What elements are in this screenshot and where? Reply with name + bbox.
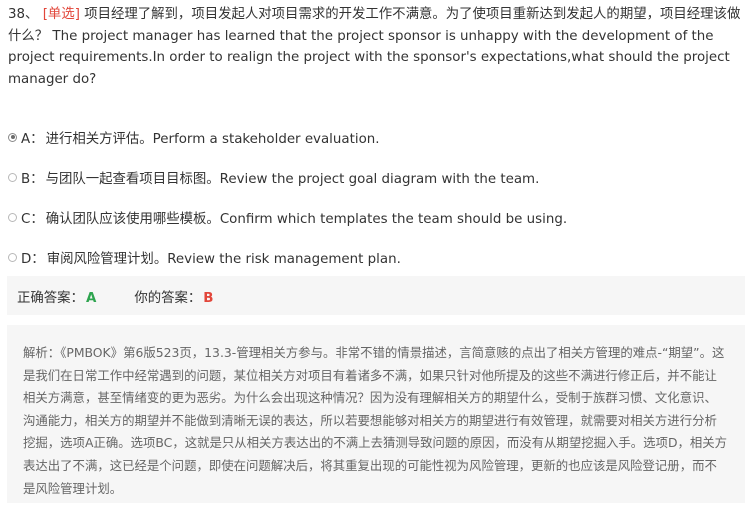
radio-selected-icon[interactable] <box>8 132 17 142</box>
question-number: 38、 <box>8 7 39 22</box>
option-letter: C： <box>21 212 44 227</box>
question-text-block: 38、 [单选] 项目经理了解到，项目发起人对项目需求的开发工作不满意。为了使项… <box>8 4 746 90</box>
your-answer-value: B <box>203 290 214 306</box>
radio-unselected-icon[interactable] <box>8 252 17 262</box>
option-letter: B： <box>21 172 44 187</box>
radio-unselected-icon[interactable] <box>8 172 17 182</box>
analysis-text: 解析：《PMBOK》第6版523页，13.3-管理相关方参与。非常不错的情景描述… <box>23 345 728 496</box>
option-text: 进行相关方评估。Perform a stakeholder evaluation… <box>45 132 380 147</box>
your-answer: 你的答案： B <box>134 286 213 306</box>
question-stem: 项目经理了解到，项目发起人对项目需求的开发工作不满意。为了使项目重新达到发起人的… <box>8 7 741 87</box>
option-letter: A： <box>21 132 44 147</box>
option-d[interactable]: D： 审阅风险管理计划。Review the risk management p… <box>8 237 567 277</box>
option-text: 审阅风险管理计划。Review the risk management plan… <box>46 252 401 267</box>
answer-bar: 正确答案： A 你的答案： B <box>7 276 745 315</box>
question-type-badge: [单选] <box>42 7 80 22</box>
option-text: 与团队一起查看项目目标图。Review the project goal dia… <box>45 172 540 187</box>
option-c[interactable]: C： 确认团队应该使用哪些模板。Confirm which templates … <box>8 197 567 237</box>
analysis-panel: 解析：《PMBOK》第6版523页，13.3-管理相关方参与。非常不错的情景描述… <box>7 325 745 503</box>
correct-answer-value: A <box>85 290 97 306</box>
option-b[interactable]: B： 与团队一起查看项目目标图。Review the project goal … <box>8 157 567 197</box>
correct-answer: 正确答案： A <box>17 286 96 306</box>
correct-answer-label: 正确答案： <box>17 290 84 306</box>
your-answer-label: 你的答案： <box>134 290 202 306</box>
options-list: A： 进行相关方评估。Perform a stakeholder evaluat… <box>8 117 567 277</box>
option-letter: D： <box>21 252 45 267</box>
option-text: 确认团队应该使用哪些模板。Confirm which templates the… <box>45 212 568 227</box>
option-a[interactable]: A： 进行相关方评估。Perform a stakeholder evaluat… <box>8 117 567 157</box>
radio-unselected-icon[interactable] <box>8 212 17 222</box>
